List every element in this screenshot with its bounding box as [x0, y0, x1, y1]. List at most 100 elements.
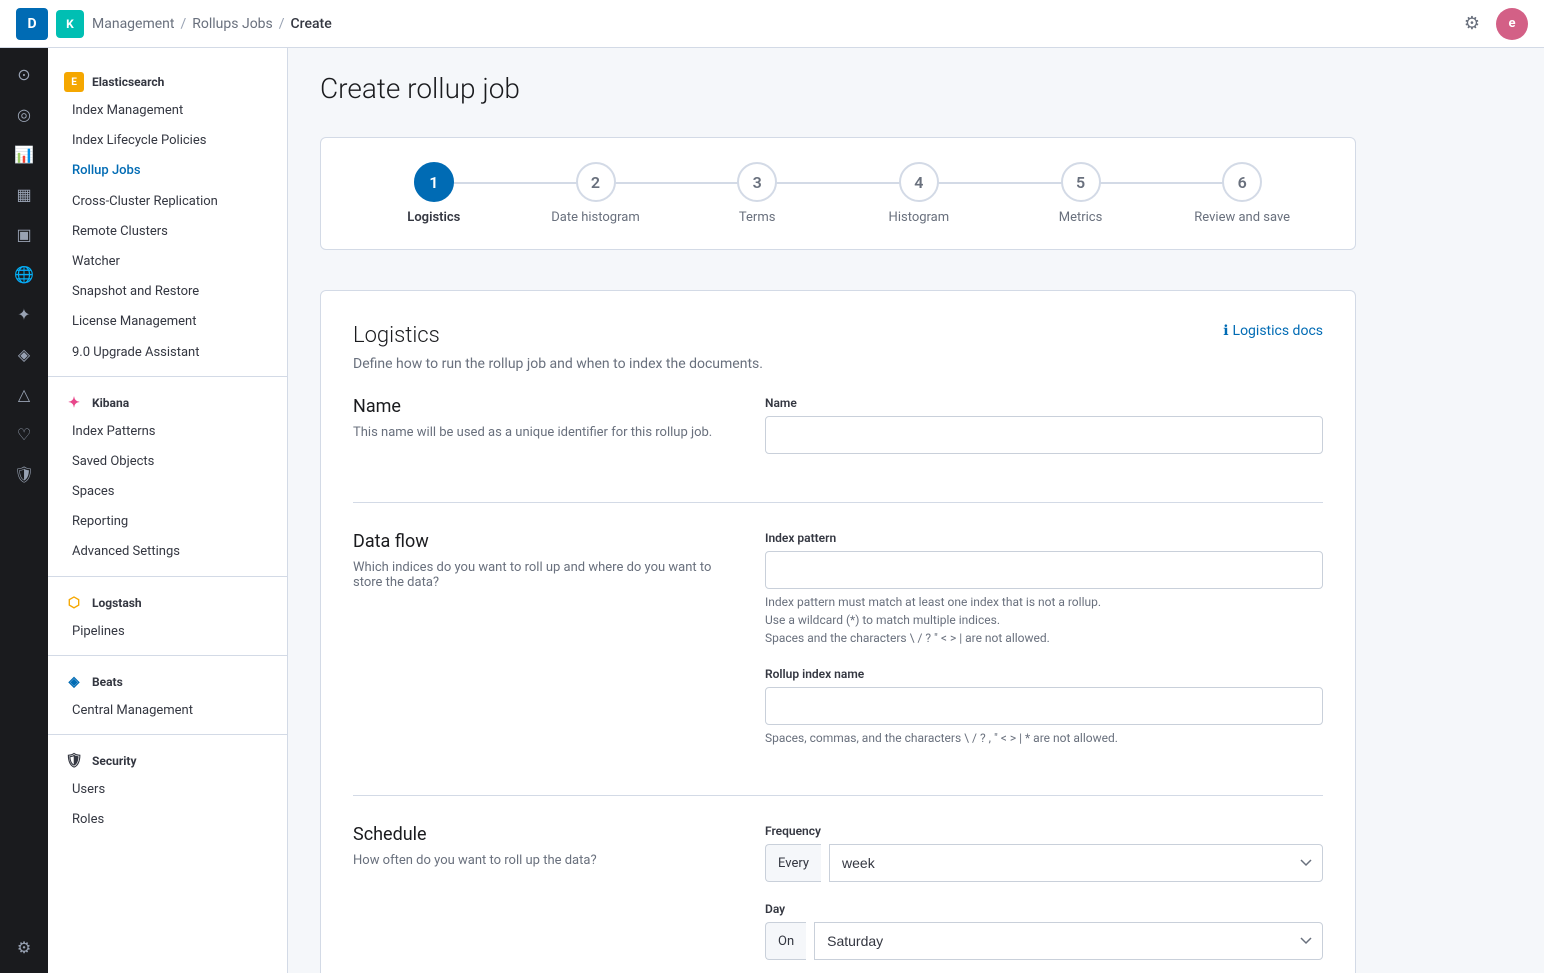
step-label-2: Date histogram: [551, 210, 639, 225]
name-block-desc: This name will be used as a unique ident…: [353, 425, 733, 440]
sidebar-item-roles[interactable]: Roles: [48, 805, 287, 835]
step-circle-5: 5: [1061, 162, 1101, 202]
wizard-step-4[interactable]: 4 Histogram: [838, 162, 1000, 225]
day-select[interactable]: Saturday Sunday Monday Tuesday Wednesday…: [814, 922, 1323, 960]
name-input[interactable]: [765, 416, 1323, 454]
wizard-step-5[interactable]: 5 Metrics: [1000, 162, 1162, 225]
wizard-step-2[interactable]: 2 Date histogram: [515, 162, 677, 225]
step-label-5: Metrics: [1059, 210, 1103, 225]
rail-icon-ml[interactable]: ✦: [6, 296, 42, 332]
step-circle-6: 6: [1222, 162, 1262, 202]
rail-icon-visualize[interactable]: 📊: [6, 136, 42, 172]
frequency-label: Frequency: [765, 824, 1323, 838]
wizard-step-3[interactable]: 3 Terms: [676, 162, 838, 225]
breadcrumb-rollup-jobs[interactable]: Rollups Jobs: [192, 16, 273, 32]
sidebar-divider-4: [48, 734, 287, 735]
sidebar-item-license[interactable]: License Management: [48, 307, 287, 337]
day-field-group: Day On Saturday Sunday Monday Tuesday We…: [765, 902, 1323, 960]
name-form-left: Name This name will be used as a unique …: [353, 396, 733, 474]
schedule-form-right: Frequency Every week day hour minute: [765, 824, 1323, 973]
wizard-step-1[interactable]: 1 Logistics: [353, 162, 515, 225]
breadcrumb-create: Create: [291, 16, 332, 32]
kibana-section-icon: ✦: [64, 393, 84, 413]
rollup-index-label: Rollup index name: [765, 667, 1323, 681]
rail-icon-uptime[interactable]: ♡: [6, 416, 42, 452]
sidebar-item-ilp[interactable]: Index Lifecycle Policies: [48, 126, 287, 156]
sidebar-item-reporting[interactable]: Reporting: [48, 507, 287, 537]
step-circle-1: 1: [414, 162, 454, 202]
sidebar-item-upgrade[interactable]: 9.0 Upgrade Assistant: [48, 338, 287, 368]
breadcrumb-management[interactable]: Management: [92, 16, 174, 32]
rollup-index-hint: Spaces, commas, and the characters \ / ?…: [765, 729, 1323, 747]
dataflow-form-left: Data flow Which indices do you want to r…: [353, 531, 733, 767]
rail-icon-home[interactable]: ⊙: [6, 56, 42, 92]
sidebar-section-logstash: ⬡ Logstash: [48, 585, 287, 617]
on-pill: On: [765, 922, 806, 960]
sidebar-item-index-patterns[interactable]: Index Patterns: [48, 417, 287, 447]
frequency-select-row: Every week day hour minute: [765, 844, 1323, 882]
step-circle-2: 2: [576, 162, 616, 202]
sidebar-item-rollup-jobs[interactable]: Rollup Jobs: [48, 156, 287, 186]
dataflow-block-desc: Which indices do you want to roll up and…: [353, 560, 733, 590]
topbar: D K Management / Rollups Jobs / Create ⚙…: [0, 0, 1544, 48]
sidebar-item-users[interactable]: Users: [48, 775, 287, 805]
sidebar-divider-2: [48, 576, 287, 577]
docs-icon: ℹ: [1223, 323, 1228, 339]
sidebar-section-elasticsearch: E Elasticsearch: [48, 64, 287, 96]
rail-icon-siem[interactable]: 🛡: [6, 456, 42, 492]
index-pattern-input[interactable]: [765, 551, 1323, 589]
step-circle-3: 3: [737, 162, 777, 202]
sidebar-divider-3: [48, 655, 287, 656]
sidebar-divider-1: [48, 376, 287, 377]
index-pattern-field-group: Index pattern Index pattern must match a…: [765, 531, 1323, 647]
main-content: Create rollup job 1 Logistics 2 Date his…: [288, 48, 1544, 973]
logistics-section: Logistics Define how to run the rollup j…: [320, 290, 1356, 973]
icon-rail: ⊙ ◎ 📊 ▦ ▣ 🌐 ✦ ◈ △ ♡ 🛡 ⚙: [0, 48, 48, 973]
sidebar-item-pipelines[interactable]: Pipelines: [48, 617, 287, 647]
rail-icon-canvas[interactable]: ▣: [6, 216, 42, 252]
sidebar-section-beats: ◈ Beats: [48, 664, 287, 696]
app-icon: K: [56, 10, 84, 38]
sidebar-section-security: 🛡 Security: [48, 743, 287, 775]
sidebar-item-spaces[interactable]: Spaces: [48, 477, 287, 507]
sidebar-item-ccr[interactable]: Cross-Cluster Replication: [48, 187, 287, 217]
index-pattern-label: Index pattern: [765, 531, 1323, 545]
dataflow-form-right: Index pattern Index pattern must match a…: [765, 531, 1323, 767]
name-field-group: Name: [765, 396, 1323, 454]
frequency-select[interactable]: week day hour minute: [829, 844, 1323, 882]
rollup-index-input[interactable]: [765, 687, 1323, 725]
dataflow-form-row: Data flow Which indices do you want to r…: [353, 531, 1323, 767]
sidebar-item-remote-clusters[interactable]: Remote Clusters: [48, 217, 287, 247]
breadcrumb: Management / Rollups Jobs / Create: [92, 16, 332, 32]
section-header-left: Logistics Define how to run the rollup j…: [353, 323, 763, 372]
section-header: Logistics Define how to run the rollup j…: [353, 323, 1323, 372]
sidebar-item-saved-objects[interactable]: Saved Objects: [48, 447, 287, 477]
section-desc: Define how to run the rollup job and whe…: [353, 356, 763, 372]
section-title: Logistics: [353, 323, 763, 348]
wizard-step-6[interactable]: 6 Review and save: [1161, 162, 1323, 225]
sidebar-item-index-management[interactable]: Index Management: [48, 96, 287, 126]
schedule-form-row: Schedule How often do you want to roll u…: [353, 824, 1323, 973]
user-avatar[interactable]: e: [1496, 8, 1528, 40]
rail-icon-discover[interactable]: ◎: [6, 96, 42, 132]
rail-icon-management[interactable]: ⚙: [6, 929, 42, 965]
step-circle-4: 4: [899, 162, 939, 202]
divider-1: [353, 502, 1323, 503]
logstash-section-icon: ⬡: [64, 593, 84, 613]
sidebar-section-kibana: ✦ Kibana: [48, 385, 287, 417]
rail-icon-maps[interactable]: 🌐: [6, 256, 42, 292]
rail-icon-apm[interactable]: △: [6, 376, 42, 412]
sidebar-item-watcher[interactable]: Watcher: [48, 247, 287, 277]
rail-icon-dashboard[interactable]: ▦: [6, 176, 42, 212]
frequency-field-group: Frequency Every week day hour minute: [765, 824, 1323, 882]
security-section-icon: 🛡: [64, 751, 84, 771]
rail-icon-graph[interactable]: ◈: [6, 336, 42, 372]
schedule-block-title: Schedule: [353, 824, 733, 845]
sidebar-item-snapshot[interactable]: Snapshot and Restore: [48, 277, 287, 307]
topbar-right: ⚙ e: [1456, 8, 1528, 40]
sidebar-item-advanced-settings[interactable]: Advanced Settings: [48, 537, 287, 567]
divider-2: [353, 795, 1323, 796]
settings-button[interactable]: ⚙: [1456, 8, 1488, 40]
docs-link[interactable]: ℹ Logistics docs: [1223, 323, 1323, 339]
sidebar-item-central-management[interactable]: Central Management: [48, 696, 287, 726]
